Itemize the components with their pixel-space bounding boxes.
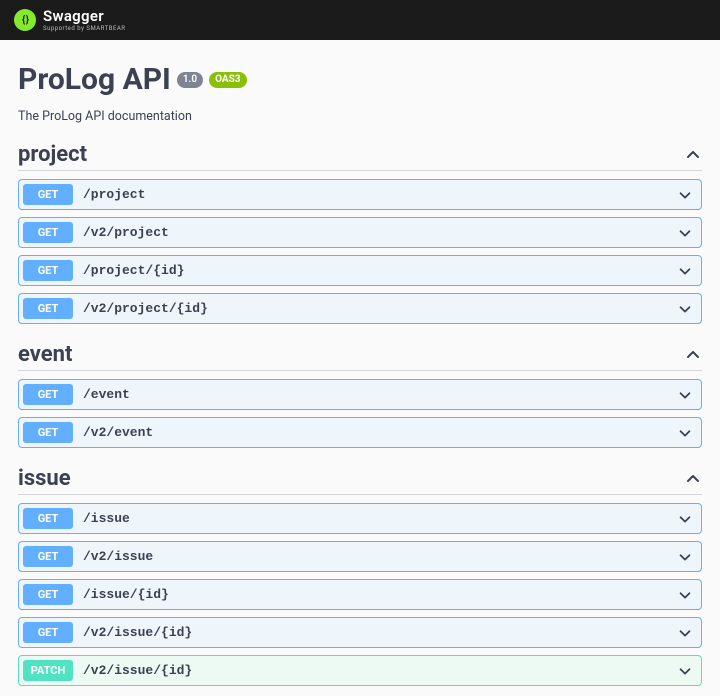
chevron-down-icon <box>677 263 693 279</box>
chevron-up-icon <box>684 470 702 488</box>
chevron-down-icon <box>677 387 693 403</box>
method-badge-get: GET <box>23 622 73 643</box>
api-title: ProLog API <box>18 62 171 97</box>
operation-path: /v2/project <box>83 225 677 240</box>
method-badge-get: GET <box>23 260 73 281</box>
operation-path: /v2/issue/{id} <box>83 663 677 678</box>
section-header-project[interactable]: project <box>18 142 702 171</box>
operation-row[interactable]: GET /issue/{id} <box>18 579 702 610</box>
chevron-down-icon <box>677 225 693 241</box>
operation-row[interactable]: GET /v2/issue <box>18 541 702 572</box>
method-badge-get: GET <box>23 546 73 567</box>
method-badge-get: GET <box>23 584 73 605</box>
operation-path: /v2/issue/{id} <box>83 625 677 640</box>
section-event: event GET /event GET /v2/event <box>18 342 702 448</box>
title-row: ProLog API 1.0 OAS3 <box>18 62 702 97</box>
swagger-brand-text: Swagger Supported by SMARTBEAR <box>43 9 125 32</box>
operation-path: /v2/project/{id} <box>83 301 677 316</box>
operation-path: /event <box>83 387 677 402</box>
method-badge-get: GET <box>23 384 73 405</box>
api-header: ProLog API 1.0 OAS3 The ProLog API docum… <box>18 62 702 124</box>
chevron-down-icon <box>677 625 693 641</box>
swagger-icon: { } <box>14 9 36 31</box>
operation-row[interactable]: GET /issue <box>18 503 702 534</box>
operation-path: /project <box>83 187 677 202</box>
operation-row[interactable]: GET /event <box>18 379 702 410</box>
section-header-issue[interactable]: issue <box>18 466 702 495</box>
method-badge-get: GET <box>23 422 73 443</box>
method-badge-get: GET <box>23 508 73 529</box>
brand-name: Swagger <box>43 9 125 24</box>
operation-path: /v2/issue <box>83 549 677 564</box>
chevron-up-icon <box>684 346 702 364</box>
swagger-logo[interactable]: { } Swagger Supported by SMARTBEAR <box>14 9 125 32</box>
operation-path: /issue <box>83 511 677 526</box>
chevron-down-icon <box>677 549 693 565</box>
chevron-down-icon <box>677 511 693 527</box>
method-badge-get: GET <box>23 184 73 205</box>
operation-row[interactable]: PATCH /v2/issue/{id} <box>18 655 702 686</box>
chevron-up-icon <box>684 146 702 164</box>
section-title: event <box>18 342 72 367</box>
chevron-down-icon <box>677 663 693 679</box>
section-issue: issue GET /issue GET /v2/issue GET <box>18 466 702 686</box>
operation-path: /v2/event <box>83 425 677 440</box>
chevron-down-icon <box>677 425 693 441</box>
operation-row[interactable]: GET /v2/project <box>18 217 702 248</box>
section-project: project GET /project GET /v2/project GET <box>18 142 702 324</box>
section-title: issue <box>18 466 71 491</box>
operation-row[interactable]: GET /v2/issue/{id} <box>18 617 702 648</box>
main-container: ProLog API 1.0 OAS3 The ProLog API docum… <box>0 40 720 696</box>
operation-row[interactable]: GET /project <box>18 179 702 210</box>
operation-row[interactable]: GET /project/{id} <box>18 255 702 286</box>
chevron-down-icon <box>677 187 693 203</box>
operation-path: /project/{id} <box>83 263 677 278</box>
section-header-event[interactable]: event <box>18 342 702 371</box>
topbar: { } Swagger Supported by SMARTBEAR <box>0 0 720 40</box>
oas-badge: OAS3 <box>209 72 246 88</box>
chevron-down-icon <box>677 301 693 317</box>
section-title: project <box>18 142 87 167</box>
version-badge: 1.0 <box>177 72 203 88</box>
method-badge-get: GET <box>23 222 73 243</box>
brand-support-line: Supported by SMARTBEAR <box>43 26 125 32</box>
operation-row[interactable]: GET /v2/project/{id} <box>18 293 702 324</box>
method-badge-get: GET <box>23 298 73 319</box>
operation-list: GET /project GET /v2/project GET /projec… <box>18 179 702 324</box>
operation-list: GET /event GET /v2/event <box>18 379 702 448</box>
operation-row[interactable]: GET /v2/event <box>18 417 702 448</box>
api-description: The ProLog API documentation <box>18 109 702 124</box>
method-badge-patch: PATCH <box>23 660 73 681</box>
operation-list: GET /issue GET /v2/issue GET /issue/{id} <box>18 503 702 686</box>
operation-path: /issue/{id} <box>83 587 677 602</box>
chevron-down-icon <box>677 587 693 603</box>
